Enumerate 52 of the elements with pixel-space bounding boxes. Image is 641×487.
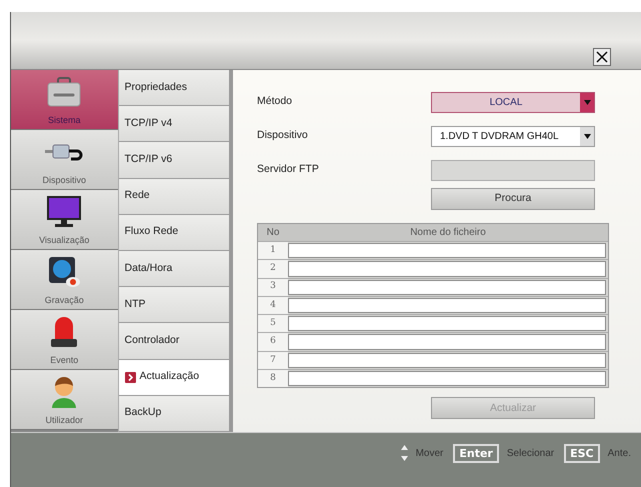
submenu-item[interactable]: Data/Hora xyxy=(118,250,229,288)
key-hint: ESC xyxy=(564,444,600,463)
row-number: 4 xyxy=(258,296,288,314)
file-name-cell[interactable] xyxy=(288,298,606,314)
category-tab[interactable]: Visualização xyxy=(11,190,118,250)
row-number: 7 xyxy=(258,352,288,370)
dropdown[interactable]: 1.DVD T DVDRAM GH40L xyxy=(431,126,595,146)
row-number: 1 xyxy=(258,242,288,260)
row-number: 2 xyxy=(258,260,288,278)
category-tab[interactable]: Evento xyxy=(11,310,118,370)
submenu-item[interactable]: Propriedades xyxy=(118,70,229,106)
row-number: 6 xyxy=(258,333,288,351)
submenu-item[interactable]: Rede xyxy=(118,178,229,215)
search-button[interactable]: Procura xyxy=(431,188,595,210)
submenu-item[interactable]: BackUp xyxy=(118,396,229,432)
close-button[interactable] xyxy=(593,48,611,66)
close-icon xyxy=(596,51,608,63)
submenu-item[interactable]: TCP/IP v6 xyxy=(118,142,229,179)
file-name-cell[interactable] xyxy=(288,280,606,295)
key-hint: Enter xyxy=(453,444,499,463)
field-label: Dispositivo xyxy=(257,128,309,144)
hint-label: Ante. xyxy=(608,447,631,461)
column-header: No xyxy=(266,226,280,240)
camera-icon xyxy=(47,254,82,289)
category-tab[interactable]: Utilizador xyxy=(11,370,118,430)
file-name-cell[interactable] xyxy=(288,371,606,386)
file-name-cell[interactable] xyxy=(288,261,606,277)
row-number: 8 xyxy=(258,370,288,388)
chevron-icon xyxy=(124,372,136,383)
monitor-icon xyxy=(47,196,82,228)
hint-label: Selecionar xyxy=(506,447,554,461)
column-header: Nome do ficheiro xyxy=(409,226,487,240)
toolbox-icon xyxy=(47,76,82,107)
submenu-item[interactable]: TCP/IP v4 xyxy=(118,106,229,142)
submenu-item[interactable]: Controlador xyxy=(118,323,229,360)
field-label: Servidor FTP xyxy=(257,162,320,178)
file-name-cell[interactable] xyxy=(288,334,606,350)
file-name-cell[interactable] xyxy=(288,352,606,368)
submenu-item[interactable]: NTP xyxy=(118,287,229,324)
file-name-cell[interactable] xyxy=(288,316,606,332)
dropdown[interactable]: LOCAL xyxy=(431,92,595,112)
category-tab[interactable]: Gravação xyxy=(11,250,118,310)
submenu-item[interactable]: Fluxo Rede xyxy=(118,214,229,251)
field-label: Método xyxy=(257,94,294,110)
hint-label: Mover xyxy=(416,446,444,460)
submenu-item[interactable]: Actualização xyxy=(118,360,229,396)
file-name-cell[interactable] xyxy=(288,243,606,258)
category-tab[interactable]: Dispositivo xyxy=(11,130,118,190)
row-number: 3 xyxy=(258,278,288,296)
siren-icon xyxy=(49,314,80,349)
up-down-arrows-icon xyxy=(400,444,408,462)
row-number: 5 xyxy=(258,315,288,332)
